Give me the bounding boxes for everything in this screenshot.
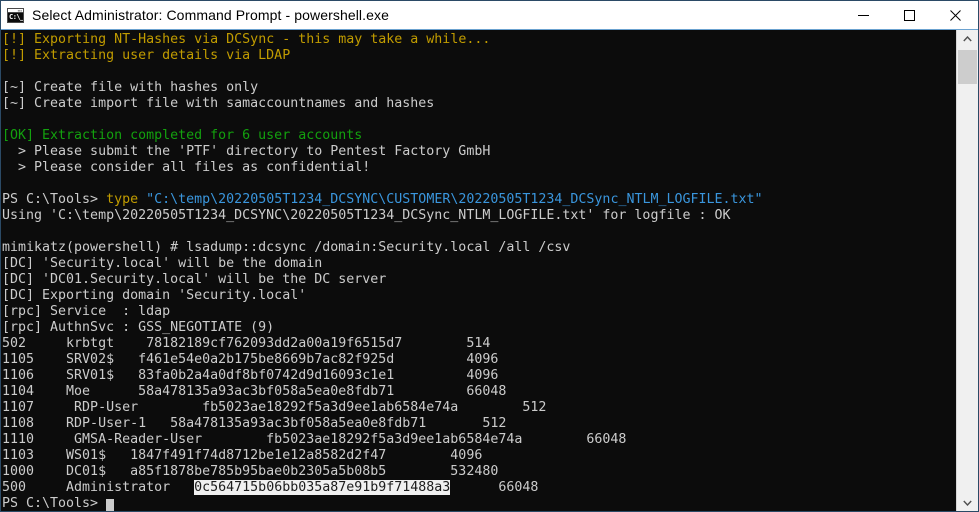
- terminal-text: 1104 Moe 58a478135a93ac3bf058a5ea0e8fdb7…: [2, 384, 507, 399]
- terminal-line: [!] Exporting NT-Hashes via DCSync - thi…: [1, 32, 956, 48]
- terminal-text: [~] Create import file with samaccountna…: [2, 96, 435, 111]
- terminal-line: > Please consider all files as confident…: [1, 160, 956, 176]
- window-title: Select Administrator: Command Prompt - p…: [32, 7, 389, 23]
- terminal-line: 500 Administrator 0c564715b06bb035a87e91…: [1, 480, 956, 496]
- terminal-text: 502 krbtgt 78182189cf762093dd2a00a19f651…: [2, 336, 491, 351]
- terminal-line: [rpc] Service : ldap: [1, 304, 956, 320]
- terminal-line: 1105 SRV02$ f461e54e0a2b175be8669b7ac82f…: [1, 352, 956, 368]
- terminal-text: Using 'C:\temp\20220505T1234_DCSYNC\2022…: [2, 208, 731, 223]
- terminal-text: 1105 SRV02$ f461e54e0a2b175be8669b7ac82f…: [2, 352, 499, 367]
- console-icon: ▪▪▪ C:\_: [7, 7, 24, 23]
- terminal-line: 502 krbtgt 78182189cf762093dd2a00a19f651…: [1, 336, 956, 352]
- terminal-text: 1107 RDP-User fb5023ae18292f5a3d9ee1ab65…: [2, 400, 547, 415]
- terminal-text: 1000 DC01$ a85f1878be785b95bae0b2305a5b0…: [2, 464, 499, 479]
- chevron-down-icon[interactable]: [957, 494, 978, 511]
- terminal-line: 1103 WS01$ 1847f491f74d8712be1e12a8582d2…: [1, 448, 956, 464]
- terminal-line: [~] Create import file with samaccountna…: [1, 96, 956, 112]
- terminal-line: 1107 RDP-User fb5023ae18292f5a3d9ee1ab65…: [1, 400, 956, 416]
- terminal-text: [DC] Exporting domain 'Security.local': [2, 288, 307, 303]
- minimize-button[interactable]: [840, 1, 886, 29]
- terminal-text: 1103 WS01$ 1847f491f74d8712be1e12a8582d2…: [2, 448, 483, 463]
- terminal-text: type: [106, 192, 139, 207]
- terminal-text: 1106 SRV01$ 83fa0b2a4a0df8bf0742d9d16093…: [2, 368, 499, 383]
- terminal-line: mimikatz(powershell) # lsadump::dcsync /…: [1, 240, 956, 256]
- close-button[interactable]: [932, 1, 978, 29]
- terminal-line: 1108 RDP-User-1 58a478135a93ac3bf058a5ea…: [1, 416, 956, 432]
- terminal-line: > Please submit the 'PTF' directory to P…: [1, 144, 956, 160]
- terminal-text: PS C:\Tools>: [2, 192, 107, 207]
- terminal-text: [!] Extracting user details via LDAP: [2, 48, 291, 63]
- terminal-text: 1110 GMSA-Reader-User fb5023ae18292f5a3d…: [2, 432, 627, 447]
- terminal-text: > Please consider all files as confident…: [2, 160, 371, 175]
- terminal-text: Exporting NT-Hashes via DCSync - this ma…: [26, 32, 491, 47]
- terminal-text: PS C:\Tools>: [2, 496, 107, 511]
- terminal-line: [DC] 'DC01.Security.local' will be the D…: [1, 272, 956, 288]
- window-controls: [840, 1, 978, 29]
- terminal-text: mimikatz(powershell) # lsadump::dcsync /…: [2, 240, 571, 255]
- terminal-text: [!]: [2, 32, 27, 47]
- terminal-text: > Please submit the 'PTF' directory to P…: [2, 144, 491, 159]
- terminal-line: [!] Extracting user details via LDAP: [1, 48, 956, 64]
- terminal-line: PS C:\Tools> type "C:\temp\20220505T1234…: [1, 192, 956, 208]
- selected-hash-text[interactable]: 0c564715b06bb035a87e91b9f71488a3: [194, 480, 451, 495]
- terminal-line: [DC] Exporting domain 'Security.local': [1, 288, 956, 304]
- terminal-line: 1104 Moe 58a478135a93ac3bf058a5ea0e8fdb7…: [1, 384, 956, 400]
- command-prompt-window: ▪▪▪ C:\_ Select Administrator: Command P…: [0, 0, 979, 512]
- chevron-up-icon[interactable]: [957, 30, 978, 48]
- terminal-text: 1108 RDP-User-1 58a478135a93ac3bf058a5ea…: [2, 416, 507, 431]
- terminal-line: 1106 SRV01$ 83fa0b2a4a0df8bf0742d9d16093…: [1, 368, 956, 384]
- title-bar[interactable]: ▪▪▪ C:\_ Select Administrator: Command P…: [1, 1, 978, 30]
- scrollbar-thumb[interactable]: [958, 50, 977, 84]
- vertical-scrollbar[interactable]: [956, 30, 978, 511]
- terminal-line: [~] Create file with hashes only: [1, 80, 956, 96]
- terminal-line: 1000 DC01$ a85f1878be785b95bae0b2305a5b0…: [1, 464, 956, 480]
- terminal-text: "C:\temp\20220505T1234_DCSYNC\CUSTOMER\2…: [146, 192, 763, 207]
- terminal-line: [rpc] AuthnSvc : GSS_NEGOTIATE (9): [1, 320, 956, 336]
- terminal-text: [DC] 'DC01.Security.local' will be the D…: [2, 272, 387, 287]
- terminal-line: [OK] Extraction completed for 6 user acc…: [1, 128, 956, 144]
- terminal-text: [rpc] Service : ldap: [2, 304, 171, 319]
- terminal-text: 500 Administrator: [2, 480, 195, 495]
- terminal-text: [~] Create file with hashes only: [2, 80, 259, 95]
- terminal-text: 66048: [450, 480, 539, 495]
- terminal-text: [rpc] AuthnSvc : GSS_NEGOTIATE (9): [2, 320, 275, 335]
- terminal-output[interactable]: [!] Exporting NT-Hashes via DCSync - thi…: [1, 30, 956, 511]
- terminal-line: 1110 GMSA-Reader-User fb5023ae18292f5a3d…: [1, 432, 956, 448]
- text-cursor: [106, 499, 115, 511]
- console-icon-glyph: C:\_: [8, 12, 24, 22]
- terminal-line: Using 'C:\temp\20220505T1234_DCSYNC\2022…: [1, 208, 956, 224]
- maximize-button[interactable]: [886, 1, 932, 29]
- terminal-text: [OK] Extraction completed for 6 user acc…: [2, 128, 363, 143]
- terminal-line: PS C:\Tools>: [1, 496, 956, 511]
- terminal-text: [DC] 'Security.local' will be the domain: [2, 256, 323, 271]
- terminal-line: [DC] 'Security.local' will be the domain: [1, 256, 956, 272]
